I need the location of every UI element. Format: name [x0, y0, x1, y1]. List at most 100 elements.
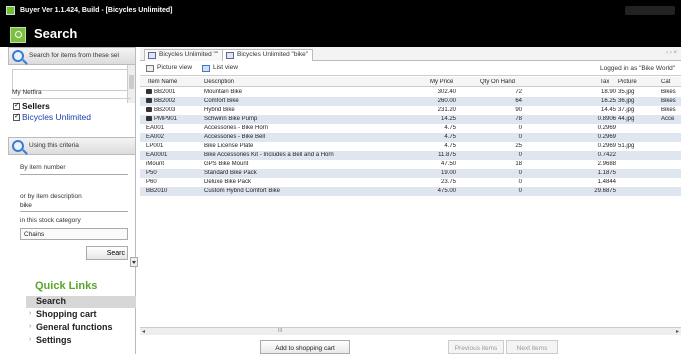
table-cell-desc: Custom Hybrid Comfort Bike [204, 188, 281, 194]
page-header: Search [0, 22, 681, 47]
checkbox-icon[interactable] [13, 101, 20, 111]
tab-bicycles-unlimited-all[interactable]: Bicycles Unlimited "" [144, 49, 224, 61]
search-icon [10, 27, 26, 43]
table-header: Item Name Description My Price Qty On Ha… [140, 77, 681, 87]
table-cell-pic: 51.jpg [618, 143, 635, 149]
quicklink-label: Shopping cart [36, 309, 97, 319]
tab-bicycles-unlimited-bike[interactable]: Bicycles Unlimited "bike" [222, 49, 314, 61]
column-header[interactable]: My Price [430, 79, 453, 85]
column-header[interactable]: Tax [600, 79, 609, 85]
table-row[interactable]: BB2010 Custom Hybrid Comfort Bike 475.00 0 2… [140, 187, 681, 196]
table-cell-price: 14.25 [440, 116, 456, 122]
sellers-checkbox-row[interactable]: Sellers [13, 101, 50, 111]
scrollbar-grip[interactable]: III [278, 328, 282, 334]
horizontal-scrollbar[interactable]: ◂ III ▸ [140, 327, 681, 335]
document-icon [148, 52, 156, 59]
scrollbar-thumb[interactable] [129, 75, 134, 89]
table-row[interactable]: EA002 Accessories - Bike Bell 4.75 0 0.2969 [140, 133, 681, 142]
table-cell-desc: Hybrid Bike [204, 107, 235, 113]
table-cell-qty: 0 [518, 134, 522, 140]
quicklink-search[interactable]: Search [26, 296, 136, 308]
search-sellers-label: Search for items from these sel [29, 52, 119, 59]
criteria-panel-header[interactable]: Using this criteria [8, 137, 136, 155]
table-cell-cat: Bikes [661, 89, 676, 95]
quick-links-title: Quick Links [35, 280, 98, 292]
quicklink-settings[interactable]: › Settings [26, 335, 136, 347]
table-cell-price: 475.00 [437, 188, 456, 194]
scroll-down-icon[interactable] [130, 257, 138, 267]
table-row[interactable]: BB2002 Comfort Bike 260.00 64 16.25 36.jpg Bik… [140, 97, 681, 106]
table-cell-price: 260.00 [437, 98, 456, 104]
table-row[interactable]: P50 Standard Bike Pack 19.00 0 1.1875 [140, 169, 681, 178]
table-cell-qty: 78 [515, 116, 522, 122]
table-cell-qty: 0 [518, 152, 522, 158]
column-header[interactable]: Picture [618, 79, 637, 85]
table-cell-qty: 90 [515, 107, 522, 113]
table-row[interactable]: PMP901 Schwinn Bike Pump 14.25 78 0.8906 44.j… [140, 115, 681, 124]
table-row[interactable]: EA0001 Bike Accessories Kit - Includes a … [140, 151, 681, 160]
list-icon [202, 65, 210, 72]
table-row[interactable]: BB2001 Mountain Bike 302.40 72 18.90 35.jpg Bi… [140, 88, 681, 97]
table-row[interactable]: LP001 Bike License Plate 4.75 25 0.2969 51.jp… [140, 142, 681, 151]
view-toolbar: Picture view List view Logged in as "Bik… [140, 62, 681, 76]
table-cell-tax: 0.8906 [597, 116, 616, 122]
table-row[interactable]: EA001 Accessories - Bike Horn 4.75 0 0.2969 [140, 124, 681, 133]
add-to-cart-button[interactable]: Add to shopping cart [260, 340, 350, 354]
table-cell-item: BB2001 [146, 89, 202, 95]
scroll-left-icon[interactable]: ◂ [142, 328, 145, 335]
search-sellers-panel-header[interactable]: Search for items from these sel [8, 47, 136, 65]
table-cell-cat: Bikes [661, 107, 676, 113]
column-header[interactable]: Cat [661, 79, 679, 85]
table-cell-desc: Accessories - Bike Bell [204, 134, 266, 140]
table-row[interactable]: iMount GPS Bike Mount 47.50 18 2.9688 [140, 160, 681, 169]
seller-item-bicycles-unlimited[interactable]: Bicycles Unlimited [13, 112, 91, 122]
window-titlebar: Buyer Ver 1.1.424, Build - [Bicycles Unl… [0, 0, 681, 22]
chevron-right-icon: › [29, 310, 32, 317]
my-netfira-label: My Netfira [12, 89, 42, 96]
table-cell-item: BB2003 [146, 107, 202, 113]
quicklink-general-functions[interactable]: › General functions [26, 322, 136, 334]
table-cell-tax: 1.4844 [597, 179, 616, 185]
column-header[interactable]: Description [204, 79, 234, 85]
list-view-button[interactable]: List view [202, 64, 238, 74]
table-cell-pic: 35.jpg [618, 89, 635, 95]
window-controls[interactable] [625, 6, 675, 15]
description-input[interactable]: bike [20, 202, 32, 209]
column-header[interactable]: Qty On Hand [480, 79, 515, 85]
tab-scroll-controls[interactable]: ‹ › × [666, 50, 677, 56]
table-row[interactable]: BB2003 Hybrid Bike 231.20 90 14.45 37.jpg Bike… [140, 106, 681, 115]
table-row[interactable]: P60 Deluxe Bike Pack 23.75 0 1.4844 [140, 178, 681, 187]
table-cell-item: iMount [146, 161, 165, 167]
magnifier-icon [12, 50, 24, 62]
logged-in-status: Logged in as "Bike World" [600, 65, 675, 72]
list-view-label: List view [213, 64, 238, 71]
table-cell-desc: GPS Bike Mount [204, 161, 249, 167]
table-cell-qty: 0 [518, 179, 522, 185]
chevron-right-icon: › [29, 323, 32, 330]
table-cell-price: 23.75 [440, 179, 456, 185]
quicklink-shopping-cart[interactable]: › Shopping cart [26, 309, 136, 321]
item-number-label: By item number [20, 164, 66, 171]
column-header[interactable]: Item Name [148, 79, 177, 85]
item-number-input[interactable] [20, 174, 128, 175]
seller-list-box[interactable] [12, 69, 130, 91]
description-label: or by item description [20, 193, 82, 200]
picture-view-button[interactable]: Picture view [146, 64, 192, 74]
table-cell-qty: 25 [515, 143, 522, 149]
table-cell-desc: Comfort Bike [204, 98, 239, 104]
next-items-button[interactable]: Next items [506, 340, 558, 354]
checkbox-icon[interactable] [13, 112, 20, 122]
table-cell-tax: 29.6875 [594, 188, 616, 194]
quicklink-label: Settings [36, 335, 72, 345]
tab-strip: Bicycles Unlimited "" Bicycles Unlimited… [140, 47, 681, 61]
page-title: Search [34, 26, 78, 41]
table-cell-tax: 0.7422 [597, 152, 616, 158]
previous-items-button[interactable]: Previous items [448, 340, 504, 354]
search-button[interactable]: Searc [86, 246, 128, 260]
table-cell-cat: Acce [661, 116, 675, 122]
item-name-text: BB2002 [154, 98, 176, 105]
scroll-right-icon[interactable]: ▸ [676, 328, 679, 335]
tab-label: Bicycles Unlimited "bike" [237, 51, 309, 58]
sellers-label: Sellers [22, 101, 50, 111]
category-select[interactable]: Chains [20, 228, 128, 240]
